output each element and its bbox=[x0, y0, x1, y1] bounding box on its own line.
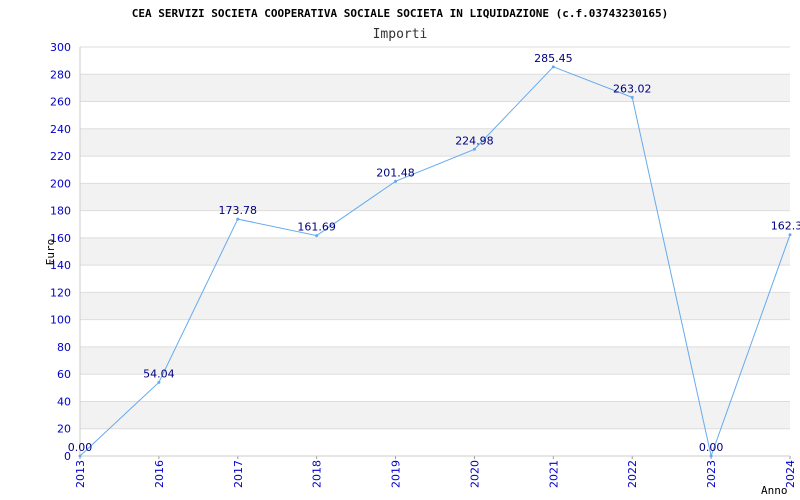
y-tick-label: 200 bbox=[50, 177, 71, 190]
grid-band bbox=[80, 237, 790, 266]
data-label: 54.04 bbox=[143, 367, 175, 380]
y-axis-label: Euro bbox=[44, 239, 57, 266]
data-label: 0.00 bbox=[68, 441, 93, 454]
x-tick-label: 2017 bbox=[232, 460, 245, 488]
data-point bbox=[788, 233, 792, 237]
data-label: 263.02 bbox=[613, 82, 652, 95]
y-tick-label: 100 bbox=[50, 314, 71, 327]
data-point bbox=[157, 380, 161, 384]
y-tick-label: 280 bbox=[50, 68, 71, 81]
grid-band bbox=[80, 401, 790, 429]
y-tick-label: 260 bbox=[50, 96, 71, 109]
data-label: 162.32 bbox=[771, 220, 800, 233]
x-tick-label: 2020 bbox=[468, 460, 481, 488]
x-axis-label: Anno bbox=[761, 484, 788, 497]
data-point bbox=[236, 217, 240, 221]
grid-band bbox=[80, 74, 790, 102]
x-tick-label: 2023 bbox=[705, 460, 718, 488]
y-tick-label: 80 bbox=[57, 341, 71, 354]
y-tick-label: 300 bbox=[50, 41, 71, 54]
y-tick-label: 180 bbox=[50, 205, 71, 218]
y-tick-label: 240 bbox=[50, 123, 71, 136]
x-axis-ticks: 2013 2016 2017 2018 2019 2020 2021 2022 2023 2024 bbox=[74, 456, 797, 488]
data-point bbox=[551, 65, 555, 69]
data-point bbox=[78, 454, 82, 458]
data-label: 201.48 bbox=[376, 166, 415, 179]
data-point bbox=[315, 234, 319, 238]
x-tick-label: 2013 bbox=[74, 460, 87, 488]
chart-title: CEA SERVIZI SOCIETA COOPERATIVA SOCIALE … bbox=[132, 7, 668, 20]
data-label: 161.69 bbox=[297, 221, 336, 234]
y-tick-label: 60 bbox=[57, 368, 71, 381]
data-label: 173.78 bbox=[219, 204, 258, 217]
x-tick-label: 2019 bbox=[390, 460, 403, 488]
y-tick-label: 20 bbox=[57, 423, 71, 436]
x-tick-label: 2021 bbox=[547, 460, 560, 488]
grid-band bbox=[80, 128, 790, 157]
data-point bbox=[709, 454, 713, 458]
grid-band bbox=[80, 346, 790, 375]
data-point bbox=[394, 179, 398, 183]
line-chart: CEA SERVIZI SOCIETA COOPERATIVA SOCIALE … bbox=[44, 7, 800, 497]
data-point bbox=[630, 95, 634, 99]
grid-bands bbox=[80, 74, 790, 429]
data-point bbox=[472, 147, 476, 151]
x-tick-label: 2022 bbox=[626, 460, 639, 488]
data-label: 0.00 bbox=[699, 441, 724, 454]
x-tick-label: 2016 bbox=[153, 460, 166, 488]
grid-band bbox=[80, 183, 790, 211]
y-tick-label: 40 bbox=[57, 395, 71, 408]
data-label: 224.98 bbox=[455, 134, 494, 147]
data-label: 285.45 bbox=[534, 52, 573, 65]
grid-band bbox=[80, 292, 790, 320]
x-tick-label: 2018 bbox=[311, 460, 324, 488]
chart-subtitle: Importi bbox=[373, 27, 428, 42]
y-tick-label: 120 bbox=[50, 286, 71, 299]
y-tick-label: 220 bbox=[50, 150, 71, 163]
